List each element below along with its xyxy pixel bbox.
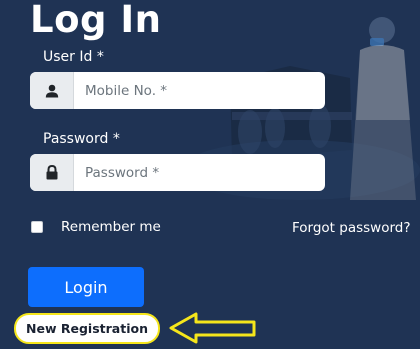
remember-me-label: Remember me <box>61 219 161 235</box>
page-title: Log In <box>30 0 162 41</box>
new-registration-highlight: New Registration <box>14 313 160 344</box>
remember-me-checkbox[interactable] <box>31 221 43 233</box>
password-field[interactable] <box>30 154 325 191</box>
login-button[interactable]: Login <box>28 267 144 307</box>
mobile-number-input[interactable] <box>74 72 325 109</box>
arrow-left-icon <box>169 312 256 344</box>
password-label: Password * <box>43 131 120 147</box>
new-registration-link[interactable]: New Registration <box>26 321 148 336</box>
remember-me[interactable]: Remember me <box>30 219 161 235</box>
forgot-password-link[interactable]: Forgot password? <box>292 220 411 236</box>
user-id-field[interactable] <box>30 72 325 109</box>
lock-icon <box>30 154 74 191</box>
user-id-label: User Id * <box>43 49 104 65</box>
password-input[interactable] <box>74 154 325 191</box>
user-icon <box>30 72 74 109</box>
